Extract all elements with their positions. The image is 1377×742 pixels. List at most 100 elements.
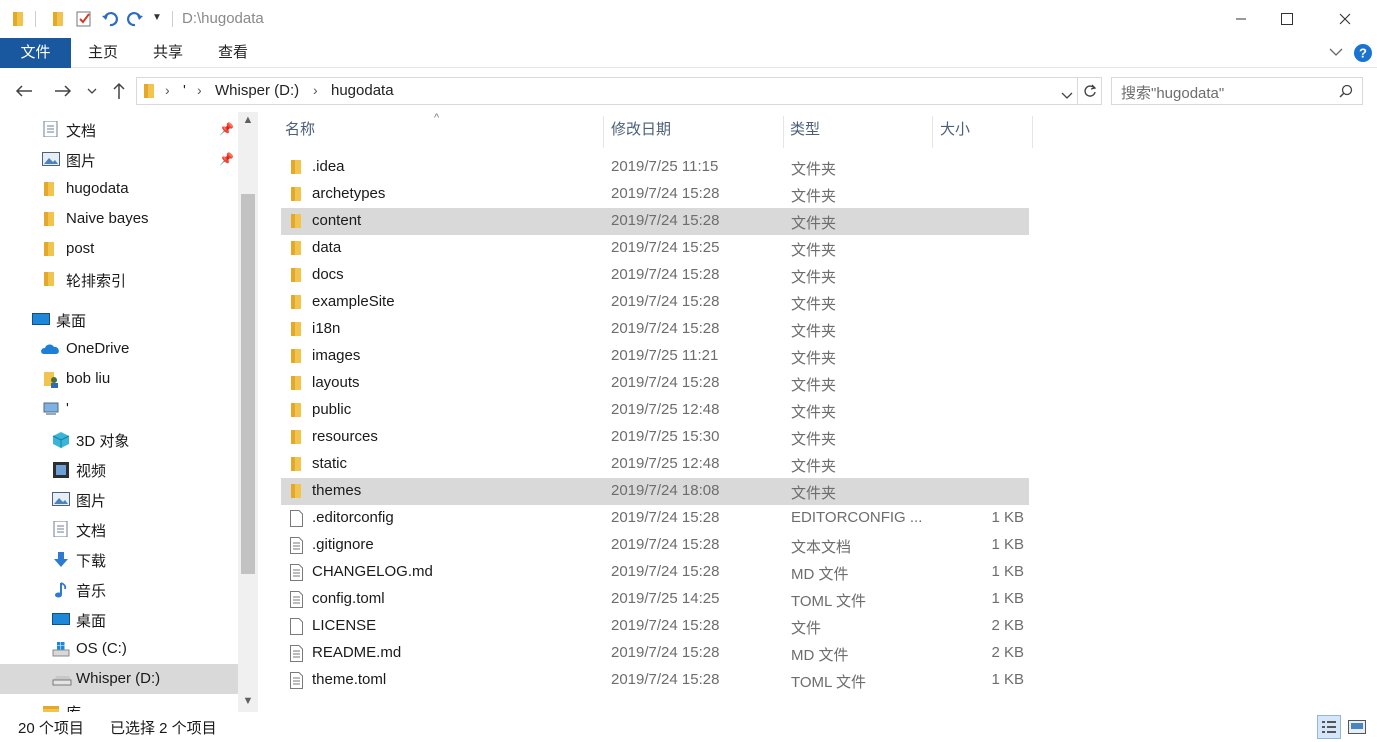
new-folder-icon[interactable] bbox=[50, 10, 66, 32]
recent-locations-button[interactable] bbox=[82, 80, 102, 102]
tab-home[interactable]: 主页 bbox=[74, 38, 132, 68]
nav-item-videos[interactable]: 视频 bbox=[0, 454, 238, 484]
file-row[interactable]: themes 2019/7/24 18:08 文件夹 bbox=[281, 478, 1029, 505]
nav-item-desktop[interactable]: 桌面 bbox=[0, 304, 238, 334]
nav-item-3d-objects[interactable]: 3D 对象 bbox=[0, 424, 238, 454]
folder-icon bbox=[289, 321, 304, 338]
nav-item-documents-quick[interactable]: 文档 📌 bbox=[0, 114, 238, 144]
file-row[interactable]: exampleSite 2019/7/24 15:28 文件夹 bbox=[281, 289, 1029, 316]
file-row[interactable]: i18n 2019/7/24 15:28 文件夹 bbox=[281, 316, 1029, 343]
details-view-button[interactable] bbox=[1317, 715, 1341, 739]
chevron-right-icon[interactable]: › bbox=[313, 82, 318, 98]
nav-item-naive-bayes[interactable]: Naive bayes bbox=[0, 204, 238, 234]
address-dropdown-icon[interactable] bbox=[1061, 87, 1073, 104]
folder-icon bbox=[42, 211, 60, 227]
undo-icon[interactable] bbox=[101, 10, 119, 32]
file-row[interactable]: config.toml 2019/7/25 14:25 TOML 文件 1 KB bbox=[281, 586, 1029, 613]
this-pc-icon bbox=[42, 401, 60, 417]
nav-scrollbar-thumb[interactable] bbox=[241, 194, 255, 574]
maximize-icon bbox=[1281, 13, 1293, 25]
nav-item-desktop-pc[interactable]: 桌面 bbox=[0, 604, 238, 634]
window-title: D:\hugodata bbox=[182, 10, 264, 27]
file-row[interactable]: .gitignore 2019/7/24 15:28 文本文档 1 KB bbox=[281, 532, 1029, 559]
3d-objects-icon bbox=[52, 431, 70, 448]
pin-icon[interactable]: 📌 bbox=[219, 122, 234, 136]
column-header-name[interactable]: 名称 bbox=[281, 112, 603, 148]
breadcrumb-drive[interactable]: Whisper (D:) bbox=[215, 82, 299, 99]
file-name: i18n bbox=[312, 320, 341, 337]
forward-button[interactable] bbox=[51, 80, 75, 102]
nav-item-bob-liu[interactable]: bob liu bbox=[0, 364, 238, 394]
chevron-right-icon[interactable]: › bbox=[197, 82, 202, 98]
refresh-button[interactable] bbox=[1078, 77, 1102, 105]
nav-item-whisper-d[interactable]: Whisper (D:) bbox=[0, 664, 238, 694]
search-icon[interactable] bbox=[1339, 84, 1353, 102]
file-row[interactable]: CHANGELOG.md 2019/7/24 15:28 MD 文件 1 KB bbox=[281, 559, 1029, 586]
nav-item-label: bob liu bbox=[66, 370, 111, 387]
up-button[interactable] bbox=[107, 80, 131, 102]
expand-ribbon-icon[interactable] bbox=[1329, 45, 1343, 60]
column-header-type[interactable]: 类型 bbox=[786, 112, 932, 148]
tab-share[interactable]: 共享 bbox=[139, 38, 197, 68]
file-row[interactable]: content 2019/7/24 15:28 文件夹 bbox=[281, 208, 1029, 235]
file-type: MD 文件 bbox=[791, 566, 849, 583]
help-icon[interactable]: ? bbox=[1353, 43, 1373, 67]
chevron-right-icon[interactable]: › bbox=[165, 82, 170, 98]
address-bar[interactable]: › ' › Whisper (D:) › hugodata bbox=[136, 77, 1078, 105]
nav-item-documents[interactable]: 文档 bbox=[0, 514, 238, 544]
back-button[interactable] bbox=[12, 80, 36, 102]
file-row[interactable]: docs 2019/7/24 15:28 文件夹 bbox=[281, 262, 1029, 289]
file-row[interactable]: .editorconfig 2019/7/24 15:28 EDITORCONFIG… bbox=[281, 505, 1029, 532]
column-header-date[interactable]: 修改日期 bbox=[607, 112, 783, 148]
customize-toolbar-icon[interactable]: ▼ bbox=[152, 12, 162, 23]
nav-item-pictures[interactable]: 图片 bbox=[0, 484, 238, 514]
folder-icon bbox=[42, 241, 60, 257]
breadcrumb-hugodata[interactable]: hugodata bbox=[331, 82, 394, 99]
minimize-button[interactable] bbox=[1218, 0, 1264, 38]
nav-item-pictures-quick[interactable]: 图片 📌 bbox=[0, 144, 238, 174]
file-row[interactable]: LICENSE 2019/7/24 15:28 文件 2 KB bbox=[281, 613, 1029, 640]
nav-item-onedrive[interactable]: OneDrive bbox=[0, 334, 238, 364]
file-row[interactable]: layouts 2019/7/24 15:28 文件夹 bbox=[281, 370, 1029, 397]
folder-icon bbox=[289, 213, 304, 230]
file-row[interactable]: .idea 2019/7/25 11:15 文件夹 bbox=[281, 154, 1029, 181]
tab-view[interactable]: 查看 bbox=[204, 38, 262, 68]
file-row[interactable]: archetypes 2019/7/24 15:28 文件夹 bbox=[281, 181, 1029, 208]
nav-item-downloads[interactable]: 下载 bbox=[0, 544, 238, 574]
scroll-up-icon[interactable]: ▲ bbox=[241, 114, 255, 126]
file-row[interactable]: public 2019/7/25 12:48 文件夹 bbox=[281, 397, 1029, 424]
nav-item-this-pc[interactable]: ' bbox=[0, 394, 238, 424]
nav-item-index[interactable]: 轮排索引 bbox=[0, 264, 238, 294]
details-view-icon bbox=[1322, 721, 1336, 733]
arrow-up-icon bbox=[113, 82, 125, 99]
nav-item-os-c[interactable]: OS (C:) bbox=[0, 634, 238, 664]
nav-item-music[interactable]: 音乐 bbox=[0, 574, 238, 604]
file-row[interactable]: images 2019/7/25 11:21 文件夹 bbox=[281, 343, 1029, 370]
file-row[interactable]: data 2019/7/24 15:25 文件夹 bbox=[281, 235, 1029, 262]
file-icon bbox=[289, 510, 304, 527]
nav-item-hugodata[interactable]: hugodata bbox=[0, 174, 238, 204]
file-row[interactable]: resources 2019/7/25 15:30 文件夹 bbox=[281, 424, 1029, 451]
large-icons-view-button[interactable] bbox=[1345, 715, 1369, 739]
file-row[interactable]: README.md 2019/7/24 15:28 MD 文件 2 KB bbox=[281, 640, 1029, 667]
properties-icon[interactable] bbox=[75, 10, 93, 32]
file-row[interactable]: static 2019/7/25 12:48 文件夹 bbox=[281, 451, 1029, 478]
nav-item-library[interactable]: 库 bbox=[0, 696, 238, 712]
nav-item-post[interactable]: post bbox=[0, 234, 238, 264]
column-header-size[interactable]: 大小 bbox=[936, 112, 1031, 148]
documents-icon bbox=[42, 120, 60, 138]
search-input[interactable]: 搜索"hugodata" bbox=[1111, 77, 1363, 105]
nav-item-label: Whisper (D:) bbox=[76, 670, 161, 687]
redo-icon[interactable] bbox=[126, 10, 144, 32]
file-name: theme.toml bbox=[312, 671, 387, 688]
maximize-button[interactable] bbox=[1264, 0, 1310, 38]
folder-icon bbox=[289, 294, 304, 311]
close-button[interactable] bbox=[1322, 0, 1368, 38]
file-type: TOML 文件 bbox=[791, 674, 867, 691]
pin-icon[interactable]: 📌 bbox=[219, 152, 234, 166]
tab-file[interactable]: 文件 bbox=[0, 38, 71, 68]
breadcrumb-this-pc[interactable]: ' bbox=[183, 82, 186, 99]
file-row[interactable]: theme.toml 2019/7/24 15:28 TOML 文件 1 KB bbox=[281, 667, 1029, 694]
scroll-down-icon[interactable]: ▼ bbox=[241, 695, 255, 707]
file-type: 文件 bbox=[791, 620, 822, 637]
